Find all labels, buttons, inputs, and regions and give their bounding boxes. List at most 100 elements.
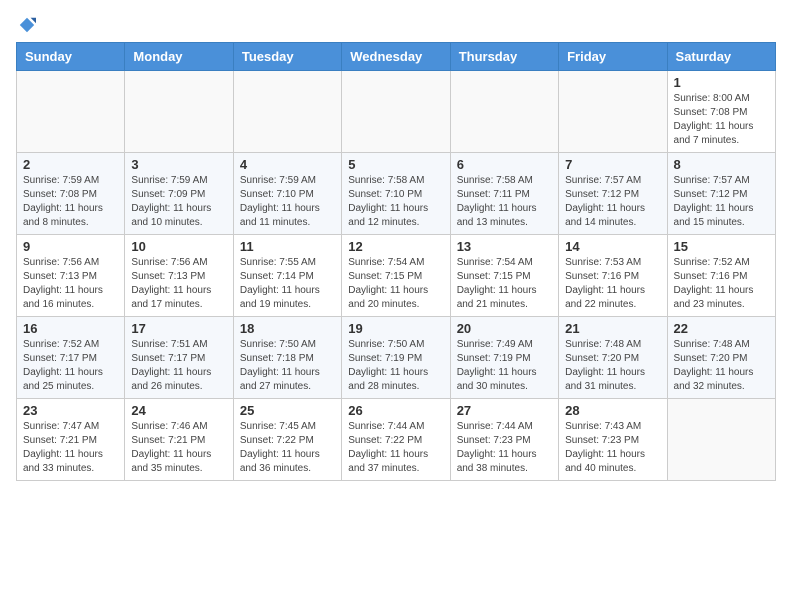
day-number: 25 — [240, 403, 335, 418]
day-number: 12 — [348, 239, 443, 254]
calendar-cell: 8 Sunrise: 7:57 AM Sunset: 7:12 PM Daylig… — [667, 153, 775, 235]
calendar-cell: 11 Sunrise: 7:55 AM Sunset: 7:14 PM Dayli… — [233, 235, 341, 317]
day-number: 16 — [23, 321, 118, 336]
day-info: Sunrise: 7:56 AM Sunset: 7:13 PM Dayligh… — [131, 256, 226, 312]
calendar-cell: 15 Sunrise: 7:52 AM Sunset: 7:16 PM Dayli… — [667, 235, 775, 317]
calendar-cell: 2 Sunrise: 7:59 AM Sunset: 7:08 PM Daylig… — [17, 153, 125, 235]
calendar-cell: 6 Sunrise: 7:58 AM Sunset: 7:11 PM Daylig… — [450, 153, 558, 235]
day-number: 10 — [131, 239, 226, 254]
calendar-cell — [559, 71, 667, 153]
day-number: 6 — [457, 157, 552, 172]
day-number: 26 — [348, 403, 443, 418]
calendar-cell: 24Sunrise: 7:46 AM Sunset: 7:21 PM Dayli… — [125, 399, 233, 481]
day-number: 7 — [565, 157, 660, 172]
day-info: Sunrise: 7:52 AM Sunset: 7:16 PM Dayligh… — [674, 256, 769, 312]
day-number: 15 — [674, 239, 769, 254]
calendar-cell: 1 Sunrise: 8:00 AM Sunset: 7:08 PM Daylig… — [667, 71, 775, 153]
day-number: 23 — [23, 403, 118, 418]
calendar-table: SundayMondayTuesdayWednesdayThursdayFrid… — [16, 42, 776, 481]
day-header-friday: Friday — [559, 43, 667, 71]
day-info: Sunrise: 7:45 AM Sunset: 7:22 PM Dayligh… — [240, 420, 335, 476]
calendar-cell: 25 Sunrise: 7:45 AM Sunset: 7:22 PM Dayli… — [233, 399, 341, 481]
day-info: Sunrise: 7:44 AM Sunset: 7:22 PM Dayligh… — [348, 420, 443, 476]
day-info: Sunrise: 7:50 AM Sunset: 7:18 PM Dayligh… — [240, 338, 335, 394]
calendar-week-row: 1 Sunrise: 8:00 AM Sunset: 7:08 PM Daylig… — [17, 71, 776, 153]
day-info: Sunrise: 7:58 AM Sunset: 7:11 PM Dayligh… — [457, 174, 552, 230]
calendar-cell: 9 Sunrise: 7:56 AM Sunset: 7:13 PM Daylig… — [17, 235, 125, 317]
calendar-cell: 14 Sunrise: 7:53 AM Sunset: 7:16 PM Dayli… — [559, 235, 667, 317]
logo-icon — [18, 16, 36, 34]
day-info: Sunrise: 7:57 AM Sunset: 7:12 PM Dayligh… — [565, 174, 660, 230]
calendar-cell — [125, 71, 233, 153]
day-number: 18 — [240, 321, 335, 336]
day-number: 14 — [565, 239, 660, 254]
day-number: 21 — [565, 321, 660, 336]
calendar-cell — [450, 71, 558, 153]
day-info: Sunrise: 7:56 AM Sunset: 7:13 PM Dayligh… — [23, 256, 118, 312]
calendar-cell: 18 Sunrise: 7:50 AM Sunset: 7:18 PM Dayli… — [233, 317, 341, 399]
day-info: Sunrise: 7:53 AM Sunset: 7:16 PM Dayligh… — [565, 256, 660, 312]
day-header-wednesday: Wednesday — [342, 43, 450, 71]
day-info: Sunrise: 7:46 AM Sunset: 7:21 PM Dayligh… — [131, 420, 226, 476]
calendar-cell: 19 Sunrise: 7:50 AM Sunset: 7:19 PM Dayli… — [342, 317, 450, 399]
day-number: 5 — [348, 157, 443, 172]
day-header-saturday: Saturday — [667, 43, 775, 71]
day-info: Sunrise: 7:59 AM Sunset: 7:10 PM Dayligh… — [240, 174, 335, 230]
day-info: Sunrise: 7:48 AM Sunset: 7:20 PM Dayligh… — [565, 338, 660, 394]
calendar-cell: 7 Sunrise: 7:57 AM Sunset: 7:12 PM Daylig… — [559, 153, 667, 235]
calendar-cell: 5 Sunrise: 7:58 AM Sunset: 7:10 PM Daylig… — [342, 153, 450, 235]
day-info: Sunrise: 7:43 AM Sunset: 7:23 PM Dayligh… — [565, 420, 660, 476]
calendar-cell — [233, 71, 341, 153]
day-number: 8 — [674, 157, 769, 172]
calendar-cell: 12 Sunrise: 7:54 AM Sunset: 7:15 PM Dayli… — [342, 235, 450, 317]
calendar-week-row: 23 Sunrise: 7:47 AM Sunset: 7:21 PM Dayli… — [17, 399, 776, 481]
day-header-monday: Monday — [125, 43, 233, 71]
calendar-cell: 28 Sunrise: 7:43 AM Sunset: 7:23 PM Dayli… — [559, 399, 667, 481]
day-info: Sunrise: 7:52 AM Sunset: 7:17 PM Dayligh… — [23, 338, 118, 394]
day-number: 1 — [674, 75, 769, 90]
day-header-thursday: Thursday — [450, 43, 558, 71]
calendar-cell: 3 Sunrise: 7:59 AM Sunset: 7:09 PM Daylig… — [125, 153, 233, 235]
page-header — [16, 16, 776, 34]
day-info: Sunrise: 7:48 AM Sunset: 7:20 PM Dayligh… — [674, 338, 769, 394]
day-number: 19 — [348, 321, 443, 336]
day-info: Sunrise: 7:57 AM Sunset: 7:12 PM Dayligh… — [674, 174, 769, 230]
day-number: 28 — [565, 403, 660, 418]
calendar-cell: 27Sunrise: 7:44 AM Sunset: 7:23 PM Dayli… — [450, 399, 558, 481]
calendar-cell: 4 Sunrise: 7:59 AM Sunset: 7:10 PM Daylig… — [233, 153, 341, 235]
day-info: Sunrise: 7:59 AM Sunset: 7:08 PM Dayligh… — [23, 174, 118, 230]
day-number: 22 — [674, 321, 769, 336]
day-number: 11 — [240, 239, 335, 254]
day-info: Sunrise: 7:54 AM Sunset: 7:15 PM Dayligh… — [348, 256, 443, 312]
day-info: Sunrise: 7:49 AM Sunset: 7:19 PM Dayligh… — [457, 338, 552, 394]
day-number: 4 — [240, 157, 335, 172]
calendar-week-row: 2 Sunrise: 7:59 AM Sunset: 7:08 PM Daylig… — [17, 153, 776, 235]
day-header-sunday: Sunday — [17, 43, 125, 71]
day-info: Sunrise: 8:00 AM Sunset: 7:08 PM Dayligh… — [674, 92, 769, 148]
calendar-header-row: SundayMondayTuesdayWednesdayThursdayFrid… — [17, 43, 776, 71]
day-number: 20 — [457, 321, 552, 336]
day-info: Sunrise: 7:54 AM Sunset: 7:15 PM Dayligh… — [457, 256, 552, 312]
calendar-week-row: 9 Sunrise: 7:56 AM Sunset: 7:13 PM Daylig… — [17, 235, 776, 317]
calendar-cell: 10 Sunrise: 7:56 AM Sunset: 7:13 PM Dayli… — [125, 235, 233, 317]
calendar-cell: 22 Sunrise: 7:48 AM Sunset: 7:20 PM Dayli… — [667, 317, 775, 399]
calendar-week-row: 16 Sunrise: 7:52 AM Sunset: 7:17 PM Dayli… — [17, 317, 776, 399]
calendar-cell: 13 Sunrise: 7:54 AM Sunset: 7:15 PM Dayli… — [450, 235, 558, 317]
calendar-cell — [17, 71, 125, 153]
day-number: 2 — [23, 157, 118, 172]
day-info: Sunrise: 7:47 AM Sunset: 7:21 PM Dayligh… — [23, 420, 118, 476]
calendar-cell — [342, 71, 450, 153]
day-info: Sunrise: 7:59 AM Sunset: 7:09 PM Dayligh… — [131, 174, 226, 230]
day-info: Sunrise: 7:58 AM Sunset: 7:10 PM Dayligh… — [348, 174, 443, 230]
day-number: 9 — [23, 239, 118, 254]
calendar-cell: 21 Sunrise: 7:48 AM Sunset: 7:20 PM Dayli… — [559, 317, 667, 399]
day-header-tuesday: Tuesday — [233, 43, 341, 71]
calendar-cell: 17Sunrise: 7:51 AM Sunset: 7:17 PM Dayli… — [125, 317, 233, 399]
calendar-cell: 23 Sunrise: 7:47 AM Sunset: 7:21 PM Dayli… — [17, 399, 125, 481]
calendar-cell: 26 Sunrise: 7:44 AM Sunset: 7:22 PM Dayli… — [342, 399, 450, 481]
day-info: Sunrise: 7:55 AM Sunset: 7:14 PM Dayligh… — [240, 256, 335, 312]
day-number: 27 — [457, 403, 552, 418]
day-number: 3 — [131, 157, 226, 172]
day-info: Sunrise: 7:50 AM Sunset: 7:19 PM Dayligh… — [348, 338, 443, 394]
day-number: 13 — [457, 239, 552, 254]
